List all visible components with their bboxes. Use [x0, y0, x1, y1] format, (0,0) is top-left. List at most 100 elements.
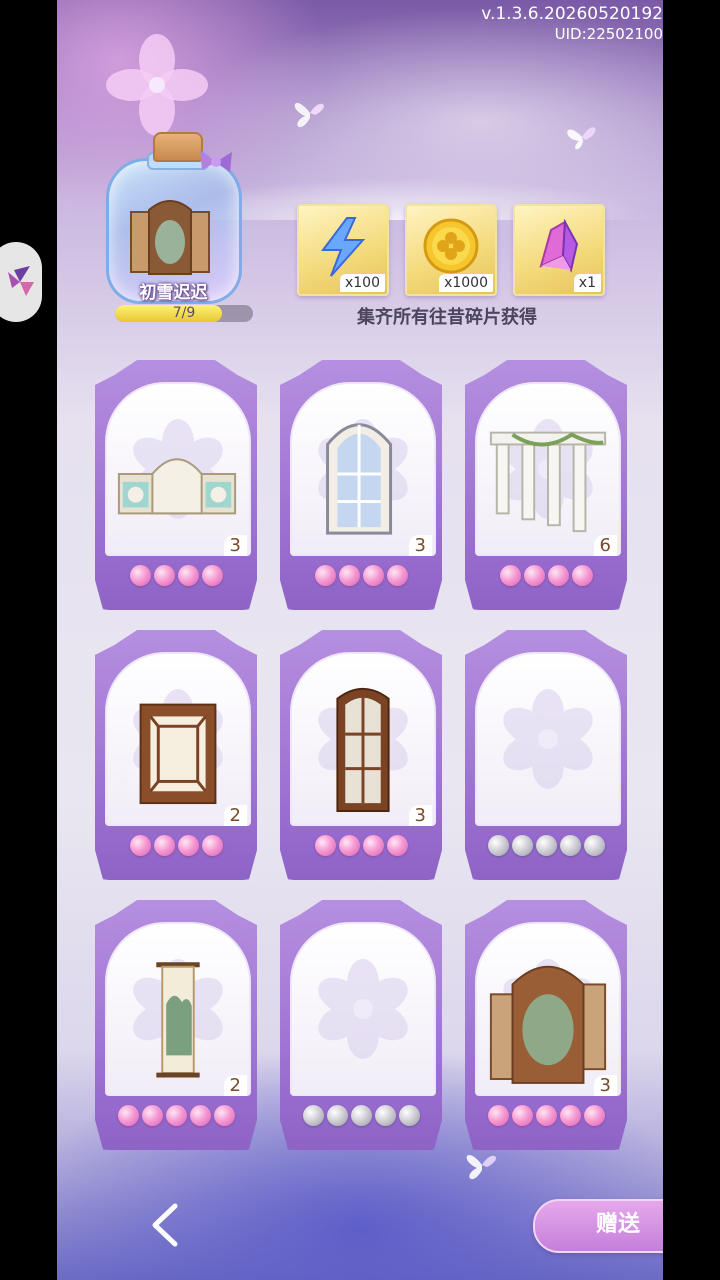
butterfly-icon — [294, 103, 324, 128]
pink-bead — [547, 565, 569, 586]
version-info: v.1.3.6.20260520192 UID:22502100 — [481, 4, 663, 44]
arch-wall-icon — [117, 458, 237, 515]
reward-energy[interactable]: x100 — [297, 204, 389, 296]
grey-bead — [583, 835, 605, 856]
fragment-card[interactable] — [465, 630, 627, 880]
pink-bead — [201, 565, 223, 586]
grey-bead — [398, 1105, 420, 1126]
grey-bead — [559, 835, 581, 856]
card-inner — [290, 652, 436, 826]
star-beads — [280, 565, 442, 586]
fragment-count: 3 — [223, 535, 247, 556]
star-beads — [280, 835, 442, 856]
arched-window-icon — [326, 423, 393, 535]
pink-bead — [362, 835, 384, 856]
fragment-count: 2 — [223, 805, 247, 826]
scroll-painting-icon — [156, 962, 200, 1078]
pink-bead — [535, 1105, 557, 1126]
pink-bead — [338, 835, 360, 856]
star-beads — [95, 565, 257, 586]
grey-bead — [302, 1105, 324, 1126]
lattice-window-icon — [139, 703, 217, 805]
grey-bead — [535, 835, 557, 856]
pink-bead — [386, 835, 408, 856]
crystal-icon — [539, 218, 579, 273]
pink-bead — [362, 565, 384, 586]
card-inner — [105, 652, 251, 826]
version-label: v.1.3.6.20260520192 — [481, 4, 663, 24]
pink-bead — [499, 565, 521, 586]
reward-crystal[interactable]: x1 — [513, 204, 605, 296]
card-inner — [290, 922, 436, 1096]
pinwheel-icon — [8, 266, 34, 296]
pink-bead — [511, 1105, 533, 1126]
pink-bead — [129, 565, 151, 586]
pink-bead — [201, 835, 223, 856]
pink-bead — [189, 1105, 211, 1126]
back-arrow-icon[interactable] — [145, 1200, 185, 1250]
progress-text: 7/9 — [172, 305, 196, 321]
folding-screen-icon — [130, 200, 210, 275]
reward-caption: 集齐所有往昔碎片获得 — [357, 307, 537, 328]
fragment-card[interactable]: 3 — [280, 630, 442, 880]
reward-count: x1 — [573, 274, 601, 292]
star-beads — [280, 1105, 442, 1126]
fragment-card[interactable]: 3 — [465, 900, 627, 1150]
pink-bead — [177, 565, 199, 586]
flower-emblem-icon — [503, 689, 593, 789]
grey-bead — [511, 835, 533, 856]
grey-bead — [350, 1105, 372, 1126]
wooden-window-icon — [336, 687, 390, 812]
pink-bead — [487, 1105, 509, 1126]
star-beads — [465, 565, 627, 586]
fragment-card[interactable]: 6 — [465, 360, 627, 610]
gift-button[interactable]: 赠送 — [533, 1199, 663, 1253]
side-menu-tab[interactable] — [0, 242, 42, 322]
pink-bead — [153, 835, 175, 856]
card-inner — [475, 922, 621, 1096]
card-inner — [105, 922, 251, 1096]
fragment-card[interactable]: 3 — [95, 360, 257, 610]
cherry-blossom-icon — [106, 34, 208, 136]
fragment-card[interactable]: 2 — [95, 900, 257, 1150]
fragment-card[interactable]: 2 — [95, 630, 257, 880]
colonnade-icon — [489, 431, 607, 533]
pink-bead — [314, 835, 336, 856]
fragment-card[interactable]: 3 — [280, 360, 442, 610]
ribbon-bow-icon — [200, 150, 232, 172]
pink-bead — [177, 835, 199, 856]
collection-progress-bar: 7/9 — [115, 305, 253, 322]
fragment-card[interactable] — [280, 900, 442, 1150]
flower-emblem-icon — [318, 959, 408, 1059]
pink-bead — [129, 835, 151, 856]
pink-bead — [338, 565, 360, 586]
star-beads — [95, 1105, 257, 1126]
reward-count: x100 — [339, 274, 385, 292]
lightning-icon — [321, 217, 366, 277]
fragment-count: 3 — [408, 805, 432, 826]
fragment-count: 6 — [593, 535, 617, 556]
star-beads — [465, 1105, 627, 1126]
card-inner — [290, 382, 436, 556]
reward-count: x1000 — [439, 274, 493, 292]
pink-bead — [523, 565, 545, 586]
card-inner — [475, 652, 621, 826]
pink-bead — [213, 1105, 235, 1126]
reward-coins[interactable]: x1000 — [405, 204, 497, 296]
pink-bead — [153, 565, 175, 586]
grey-bead — [374, 1105, 396, 1126]
grey-bead — [326, 1105, 348, 1126]
pink-bead — [141, 1105, 163, 1126]
fragment-count: 2 — [223, 1075, 247, 1096]
pink-bead — [165, 1105, 187, 1126]
grey-bead — [487, 835, 509, 856]
pink-bead — [314, 565, 336, 586]
pink-bead — [117, 1105, 139, 1126]
collection-bottle[interactable]: 初雪迟迟 — [101, 128, 246, 304]
pink-bead — [583, 1105, 605, 1126]
folding-screen-icon — [489, 965, 607, 1084]
butterfly-icon — [567, 127, 596, 150]
card-inner — [475, 382, 621, 556]
fragment-count: 3 — [593, 1075, 617, 1096]
game-screen: v.1.3.6.20260520192 UID:22502100 初雪迟迟 7/… — [57, 0, 663, 1280]
